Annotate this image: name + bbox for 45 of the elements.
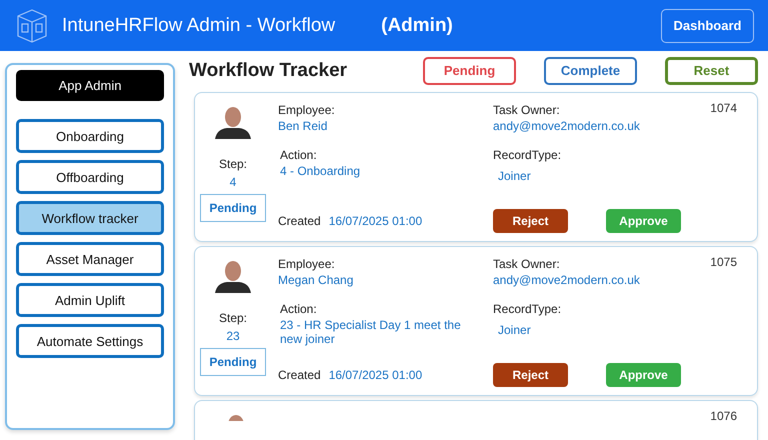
action-label: Action:	[280, 302, 317, 316]
created-label: Created	[278, 214, 321, 228]
step-label: Step:	[218, 311, 248, 325]
task-owner-label: Task Owner:	[493, 257, 560, 271]
sidebar-item[interactable]: Automate Settings	[16, 324, 164, 358]
sidebar-item[interactable]: Workflow tracker	[16, 201, 164, 235]
record-id: 1075	[710, 255, 737, 269]
status-badge: Pending	[200, 348, 266, 376]
dashboard-button[interactable]: Dashboard	[661, 8, 754, 42]
created-label: Created	[278, 368, 321, 382]
action-value: 23 - HR Specialist Day 1 meet the new joiner	[280, 318, 462, 346]
task-owner-label: Task Owner:	[493, 103, 560, 117]
record-type-value: Joiner	[497, 169, 531, 183]
filter-button[interactable]: Complete	[544, 56, 637, 84]
filter-button[interactable]: Pending	[423, 56, 516, 84]
employee-value: Megan Chang	[278, 273, 354, 287]
record-id: 1076	[710, 409, 737, 423]
role-label: (Admin)	[381, 14, 453, 36]
step-value: 4	[230, 175, 236, 189]
action-label: Action:	[280, 148, 317, 162]
record-id: 1074	[710, 101, 737, 115]
step-label: Step:	[218, 157, 248, 171]
sidebar-item[interactable]: Offboarding	[16, 160, 164, 194]
sidebar-item[interactable]: Onboarding	[16, 119, 164, 153]
status-badge: Pending	[200, 194, 266, 222]
reject-button[interactable]: Reject	[493, 209, 568, 233]
sidebar-item[interactable]: Asset Manager	[16, 242, 164, 276]
record-type-label: RecordType:	[493, 148, 562, 162]
app-title: IntuneHRFlow Admin - Workflow	[62, 14, 336, 36]
reject-button[interactable]: Reject	[493, 363, 568, 387]
task-owner-value: andy@move2modern.co.uk	[493, 119, 640, 133]
filter-button[interactable]: Reset	[665, 56, 758, 84]
action-value: 4 - Onboarding	[280, 164, 360, 178]
task-owner-value: andy@move2modern.co.uk	[493, 273, 640, 287]
employee-label: Employee:	[278, 257, 335, 271]
employee-label: Employee:	[278, 103, 335, 117]
sidebar-item[interactable]: Admin Uplift	[16, 283, 164, 317]
employee-value: Ben Reid	[278, 119, 328, 133]
page-title: Workflow Tracker	[189, 60, 348, 82]
step-value: 23	[226, 329, 240, 343]
created-value: 16/07/2025 01:00	[328, 368, 422, 382]
sidebar-heading: App Admin	[16, 70, 164, 101]
record-type-label: RecordType:	[493, 302, 562, 316]
record-type-value: Joiner	[497, 323, 531, 337]
created-value: 16/07/2025 01:00	[328, 214, 422, 228]
